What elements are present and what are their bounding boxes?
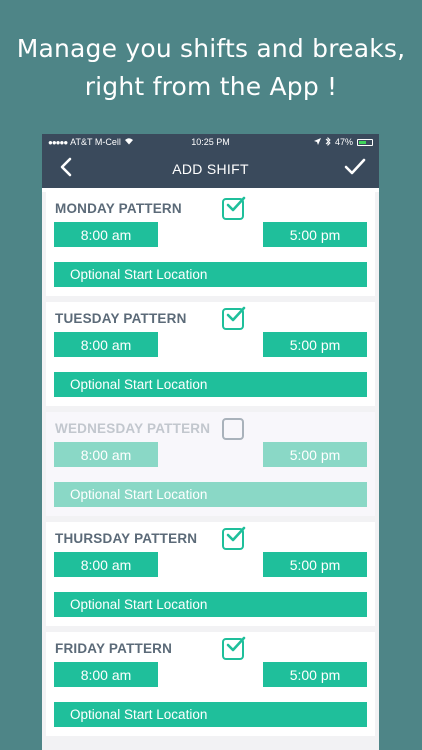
day-enabled-checkbox[interactable] — [222, 636, 246, 660]
day-enabled-checkbox[interactable] — [222, 196, 246, 220]
day-pattern-thursday: THURSDAY PATTERN 8:00 am 5:00 pm Optiona… — [46, 522, 375, 626]
carrier-name: AT&T M-Cell — [70, 137, 121, 147]
status-bar: ●●●●● AT&T M-Cell 10:25 PM 47% — [42, 134, 379, 150]
headline-line-2: right from the App ! — [84, 72, 338, 101]
back-button[interactable] — [52, 155, 80, 183]
day-enabled-checkbox[interactable] — [222, 418, 244, 440]
day-pattern-friday: FRIDAY PATTERN 8:00 am 5:00 pm Optional … — [46, 632, 375, 736]
day-pattern-title: WEDNESDAY PATTERN — [55, 421, 211, 436]
page-title: ADD SHIFT — [172, 161, 249, 177]
start-location-button[interactable]: Optional Start Location — [54, 262, 367, 287]
phone-screen: ●●●●● AT&T M-Cell 10:25 PM 47% ADD SHIFT — [42, 134, 379, 750]
start-time-button[interactable]: 8:00 am — [54, 442, 158, 467]
check-icon — [226, 526, 246, 542]
signal-strength-icon: ●●●●● — [48, 137, 68, 147]
check-icon — [226, 636, 246, 652]
start-location-button[interactable]: Optional Start Location — [54, 702, 367, 727]
day-pattern-title: MONDAY PATTERN — [55, 201, 182, 216]
start-time-button[interactable]: 8:00 am — [54, 662, 158, 687]
start-location-button[interactable]: Optional Start Location — [54, 482, 367, 507]
day-pattern-title: FRIDAY PATTERN — [55, 641, 173, 656]
start-time-button[interactable]: 8:00 am — [54, 222, 158, 247]
start-time-button[interactable]: 8:00 am — [54, 552, 158, 577]
headline: Manage you shifts and breaks, right from… — [0, 30, 422, 106]
day-pattern-title: THURSDAY PATTERN — [55, 531, 198, 546]
end-time-button[interactable]: 5:00 pm — [263, 552, 367, 577]
headline-line-1: Manage you shifts and breaks, — [16, 34, 406, 63]
check-icon — [226, 306, 246, 322]
end-time-button[interactable]: 5:00 pm — [263, 332, 367, 357]
day-enabled-checkbox[interactable] — [222, 526, 246, 550]
checkmark-icon — [344, 158, 366, 181]
nav-bar: ADD SHIFT — [42, 150, 379, 188]
battery-percent: 47% — [334, 137, 353, 147]
end-time-button[interactable]: 5:00 pm — [263, 222, 367, 247]
start-time-button[interactable]: 8:00 am — [54, 332, 158, 357]
end-time-button[interactable]: 5:00 pm — [263, 662, 367, 687]
day-pattern-tuesday: TUESDAY PATTERN 8:00 am 5:00 pm Optional… — [46, 302, 375, 406]
day-pattern-monday: MONDAY PATTERN 8:00 am 5:00 pm Optional … — [46, 192, 375, 296]
location-arrow-icon — [313, 137, 321, 147]
check-icon — [226, 196, 246, 212]
confirm-button[interactable] — [341, 155, 369, 183]
bluetooth-icon — [325, 136, 331, 148]
battery-icon — [357, 138, 373, 146]
start-location-button[interactable]: Optional Start Location — [54, 372, 367, 397]
day-enabled-checkbox[interactable] — [222, 306, 246, 330]
wifi-icon — [124, 137, 134, 147]
day-pattern-title: TUESDAY PATTERN — [55, 311, 187, 326]
start-location-button[interactable]: Optional Start Location — [54, 592, 367, 617]
shift-pattern-list: MONDAY PATTERN 8:00 am 5:00 pm Optional … — [42, 192, 379, 750]
end-time-button[interactable]: 5:00 pm — [263, 442, 367, 467]
chevron-left-icon — [60, 157, 72, 182]
day-pattern-wednesday: WEDNESDAY PATTERN 8:00 am 5:00 pm Option… — [46, 412, 375, 516]
